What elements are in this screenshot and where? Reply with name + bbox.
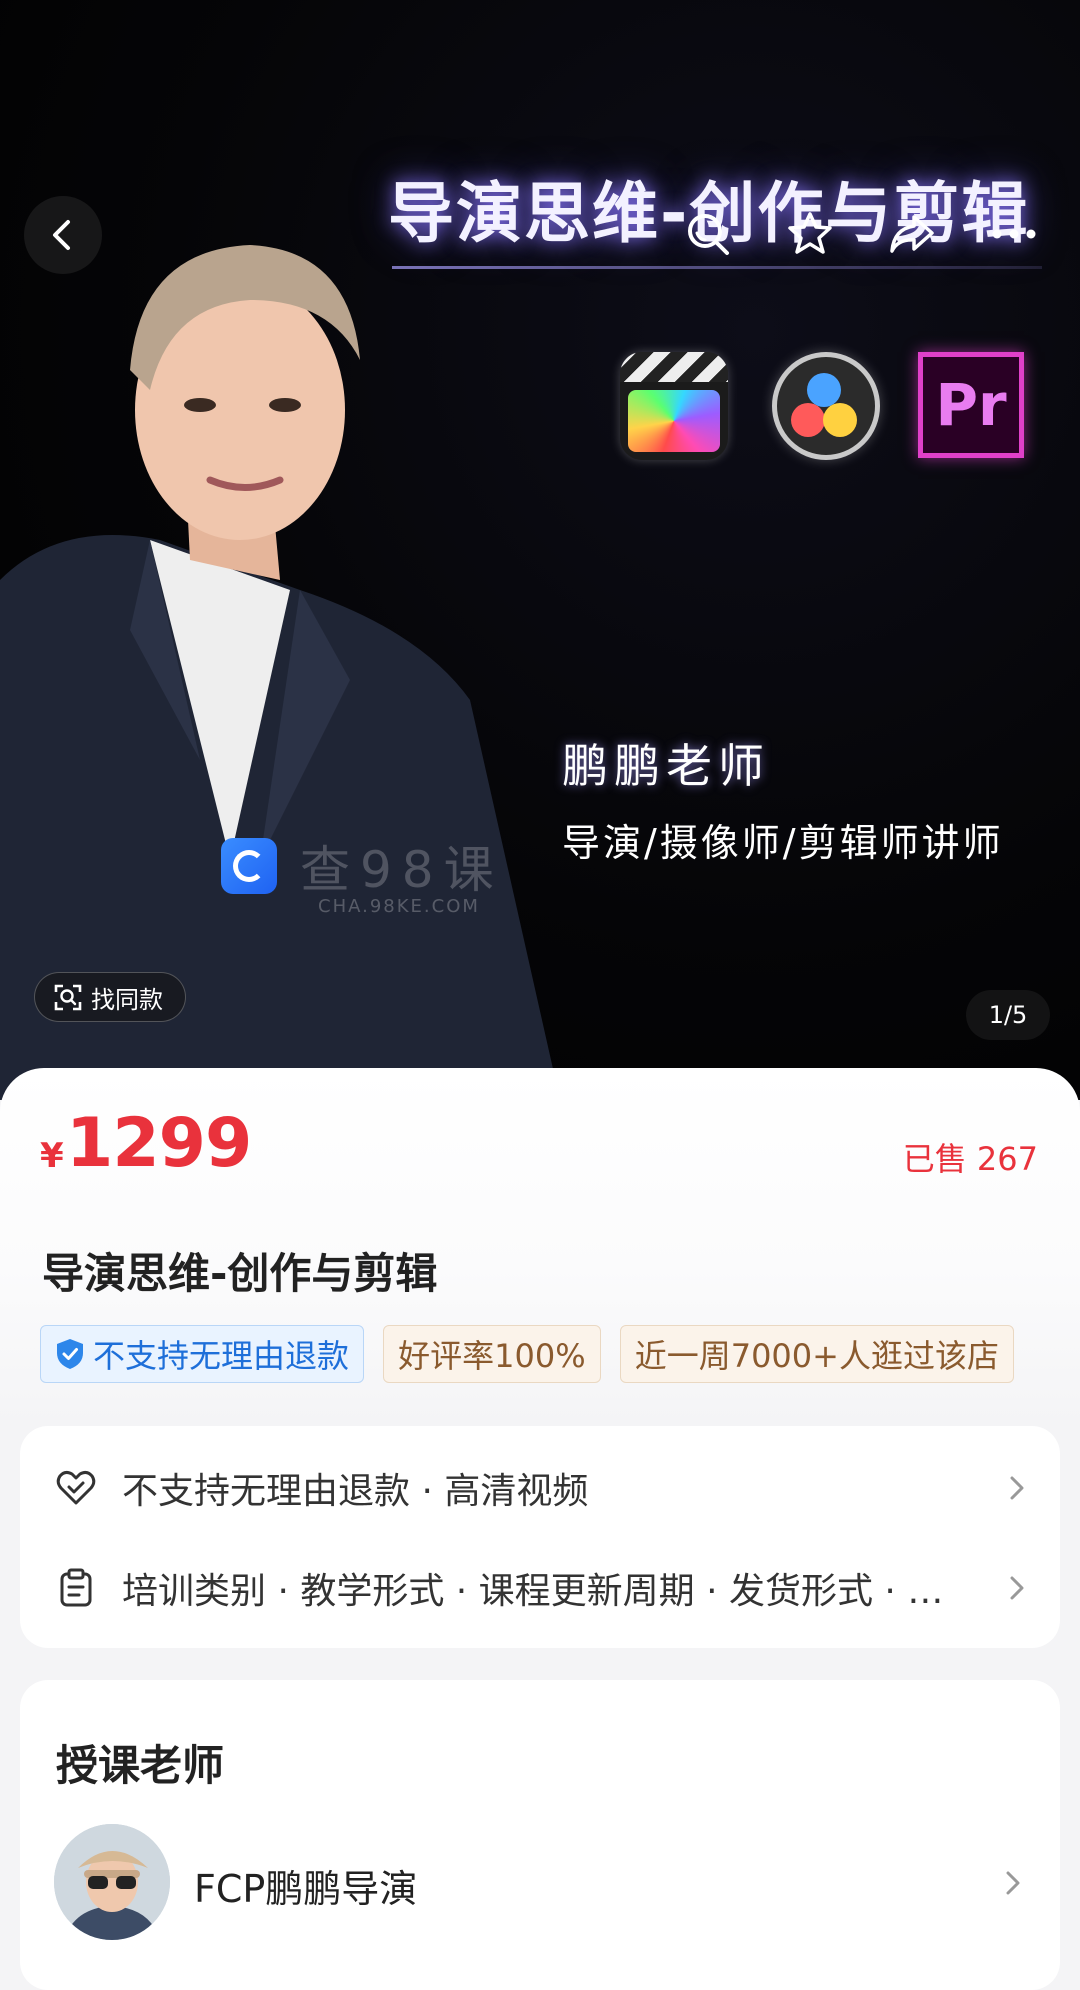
teacher-card: 授课老师 FCP鹏鹏导演	[20, 1680, 1060, 1990]
watermark-url: CHA.98KE.COM	[318, 896, 480, 917]
scan-icon	[54, 984, 82, 1011]
clipboard-icon	[60, 1568, 92, 1607]
hero-image[interactable]: 导演思维-创作与剪辑 Pr 鹏鹏老师 导演/摄像师/剪辑师讲师 查98课 CHA…	[0, 0, 1080, 1100]
back-button[interactable]	[24, 196, 102, 274]
heart-shield-icon	[56, 1470, 96, 1505]
find-same-button[interactable]: 找同款	[34, 972, 186, 1022]
price-value: 1299	[66, 1104, 252, 1183]
hero-teacher-name: 鹏鹏老师	[562, 739, 770, 793]
sold-count: 已售 267	[902, 1140, 1038, 1178]
product-detail-page: 导演思维-创作与剪辑 Pr 鹏鹏老师 导演/摄像师/剪辑师讲师 查98课 CHA…	[0, 0, 1080, 1990]
watermark-text: 查98课	[300, 841, 504, 899]
search-icon	[688, 214, 729, 255]
more-button[interactable]	[986, 206, 1042, 262]
tag-no-return[interactable]: 不支持无理由退款	[40, 1325, 365, 1383]
params-row[interactable]: 培训类别 · 教学形式 · 课程更新周期 · 发货形式 · …	[56, 1558, 1030, 1618]
shield-icon	[57, 1339, 83, 1369]
teacher-avatar[interactable]	[54, 1824, 170, 1940]
search-button[interactable]	[680, 206, 736, 262]
teacher-photo	[0, 245, 560, 1100]
tag-label: 不支持无理由退款	[93, 1337, 350, 1375]
chevron-right-icon	[1010, 1576, 1024, 1600]
tag-label: 近一周7000+人逛过该店	[634, 1337, 999, 1375]
teacher-name[interactable]: FCP鹏鹏导演	[194, 1858, 417, 1913]
price-currency: ¥	[40, 1136, 64, 1176]
tag-rating[interactable]: 好评率100%	[383, 1325, 601, 1383]
premiere-pro-icon: Pr	[918, 352, 1024, 458]
tag-label: 好评率100%	[398, 1337, 586, 1375]
service-row-text: 不支持无理由退款 · 高清视频	[122, 1471, 589, 1512]
tag-visitors[interactable]: 近一周7000+人逛过该店	[619, 1325, 1014, 1383]
params-row-text: 培训类别 · 教学形式 · 课程更新周期 · 发货形式 · …	[122, 1571, 944, 1612]
chevron-right-icon	[1010, 1476, 1024, 1500]
back-icon	[53, 220, 70, 250]
teacher-heading: 授课老师	[56, 1741, 225, 1790]
course-title: 导演思维-创作与剪辑	[42, 1249, 438, 1298]
final-cut-pro-icon	[620, 352, 728, 460]
hero-teacher-role: 导演/摄像师/剪辑师讲师	[562, 821, 1004, 865]
chevron-right-icon[interactable]	[1000, 1870, 1026, 1896]
more-icon	[992, 229, 1036, 239]
info-card: 不支持无理由退款 · 高清视频 培训类别 · 教学形式 · 课程更新周期 · 发…	[20, 1426, 1060, 1648]
share-icon	[890, 215, 934, 253]
favorite-button[interactable]	[782, 206, 838, 262]
find-same-label: 找同款	[91, 985, 163, 1014]
davinci-resolve-icon	[772, 352, 880, 460]
tag-list: 不支持无理由退款 好评率100% 近一周7000+人逛过该店	[40, 1325, 1040, 1385]
star-icon	[788, 212, 832, 254]
service-row[interactable]: 不支持无理由退款 · 高清视频	[56, 1458, 1030, 1518]
image-pager: 1/5	[966, 990, 1050, 1040]
watermark-logo-icon	[221, 838, 277, 894]
share-button[interactable]	[884, 206, 940, 262]
